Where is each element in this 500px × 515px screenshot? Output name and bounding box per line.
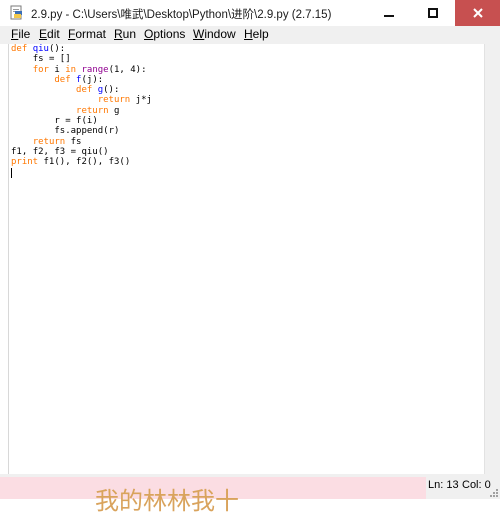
code-line: fs.append(r)	[54, 126, 120, 137]
menu-run-mnemonic: R	[114, 27, 123, 41]
code-line: return g	[76, 105, 120, 116]
minimize-icon	[384, 15, 394, 17]
menu-window-label: indow	[204, 27, 236, 41]
menu-file-label: ile	[18, 27, 31, 41]
menu-edit[interactable]: Edit	[39, 27, 60, 41]
menu-window[interactable]: Window	[193, 27, 236, 41]
code-line: for i in range(1, 4):	[32, 64, 147, 75]
menu-run[interactable]: Run	[114, 27, 136, 41]
code-line: fs = []	[32, 54, 71, 65]
maximize-button[interactable]	[411, 0, 455, 26]
code-line: def f(j):	[54, 74, 104, 85]
menu-options[interactable]: Options	[144, 27, 185, 41]
close-icon	[472, 8, 483, 18]
window-title: 2.9.py - C:\Users\唯武\Desktop\Python\进阶\2…	[31, 9, 332, 21]
code-line: return fs	[32, 136, 82, 147]
status-line-number: Ln: 13	[428, 479, 459, 491]
code-line	[11, 167, 485, 178]
python-idle-icon	[10, 5, 22, 20]
resize-grip-icon[interactable]	[489, 488, 498, 497]
minimize-button[interactable]	[367, 0, 411, 26]
close-button[interactable]	[455, 0, 500, 26]
status-column-number: Col: 0	[462, 479, 491, 491]
code-line: return j*j	[97, 95, 152, 106]
code-line: def qiu():	[11, 44, 66, 54]
menu-help[interactable]: Help	[244, 27, 269, 41]
menu-options-mnemonic: O	[144, 27, 154, 41]
code-line: print f1(), f2(), f3()	[11, 157, 131, 168]
code-line: r = f(i)	[54, 116, 98, 127]
overlay-text: 我的林林我十	[95, 487, 239, 515]
menu-bar: File Edit Format Run Options Window Help	[0, 26, 500, 44]
code-editor[interactable]: def qiu(): fs = [] for i in range(1, 4):…	[8, 44, 485, 474]
code-line: f1, f2, f3 = qiu()	[11, 146, 109, 157]
menu-run-label: un	[122, 27, 137, 41]
menu-format[interactable]: Format	[68, 27, 106, 41]
menu-window-mnemonic: W	[193, 27, 205, 41]
text-cursor	[11, 167, 12, 178]
menu-help-mnemonic: H	[244, 27, 253, 41]
menu-edit-label: dit	[47, 27, 60, 41]
menu-edit-mnemonic: E	[39, 27, 48, 41]
title-bar: 2.9.py - C:\Users\唯武\Desktop\Python\进阶\2…	[0, 0, 500, 27]
code-text[interactable]: def qiu(): fs = [] for i in range(1, 4):…	[9, 44, 485, 178]
vertical-scrollbar[interactable]	[484, 44, 500, 474]
maximize-icon	[428, 8, 438, 18]
menu-format-label: ormat	[75, 27, 107, 41]
menu-help-label: elp	[252, 27, 269, 41]
menu-options-label: ptions	[153, 27, 186, 41]
code-line: def g():	[76, 85, 120, 96]
menu-file[interactable]: File	[11, 27, 30, 41]
